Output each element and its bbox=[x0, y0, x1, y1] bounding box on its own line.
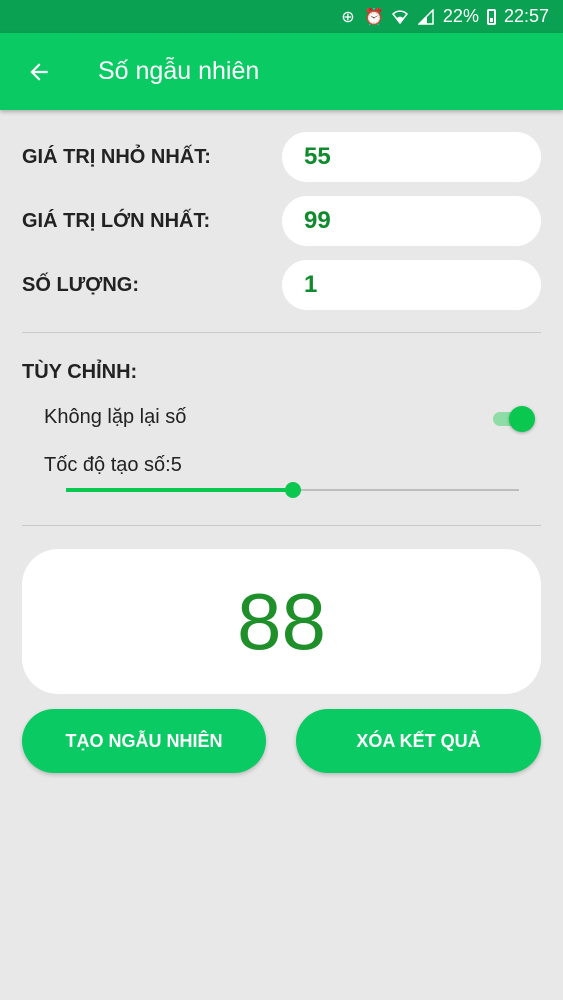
divider bbox=[22, 332, 541, 333]
page-title: Số ngẫu nhiên bbox=[98, 57, 260, 85]
result-display: 88 bbox=[22, 549, 541, 694]
battery-percent: 22% bbox=[442, 6, 479, 26]
min-value-row: GIÁ TRỊ NHỎ NHẤT: 55 bbox=[22, 132, 541, 182]
max-value-row: GIÁ TRỊ LỚN NHẤT: 99 bbox=[22, 196, 541, 246]
no-repeat-toggle[interactable] bbox=[493, 406, 537, 432]
status-bar: ⊕ ⏰ 22% 22:57 bbox=[0, 0, 563, 33]
max-value-label: GIÁ TRỊ LỚN NHẤT: bbox=[22, 209, 211, 232]
slider-knob[interactable] bbox=[284, 482, 301, 498]
battery-icon bbox=[486, 8, 496, 25]
app-bar: Số ngẫu nhiên bbox=[0, 33, 563, 110]
quantity-label: SỐ LƯỢNG: bbox=[22, 273, 139, 296]
divider bbox=[22, 525, 541, 526]
alarm-clock-icon: ⏰ bbox=[363, 8, 384, 26]
signal-icon bbox=[417, 8, 435, 26]
no-repeat-label: Không lặp lại số bbox=[44, 406, 187, 428]
min-value-input[interactable]: 55 bbox=[282, 132, 541, 182]
speed-label: Tốc độ tạo số:5 bbox=[44, 454, 182, 476]
min-value-label: GIÁ TRỊ NHỎ NHẤT: bbox=[22, 145, 211, 168]
quantity-row: SỐ LƯỢNG: 1 bbox=[22, 260, 541, 310]
slider-fill bbox=[66, 488, 293, 492]
alarm-add-icon: ⊕ bbox=[341, 8, 355, 26]
clock: 22:57 bbox=[503, 6, 549, 26]
back-arrow-icon[interactable] bbox=[26, 59, 52, 85]
toggle-thumb bbox=[509, 406, 535, 432]
wifi-icon bbox=[391, 8, 409, 26]
speed-slider[interactable] bbox=[66, 480, 519, 500]
generate-button[interactable]: TẠO NGẪU NHIÊN bbox=[22, 709, 266, 773]
quantity-input[interactable]: 1 bbox=[282, 260, 541, 310]
clear-result-button[interactable]: XÓA KẾT QUẢ bbox=[296, 709, 541, 773]
max-value-input[interactable]: 99 bbox=[282, 196, 541, 246]
custom-heading: TÙY CHỈNH: bbox=[22, 361, 138, 383]
